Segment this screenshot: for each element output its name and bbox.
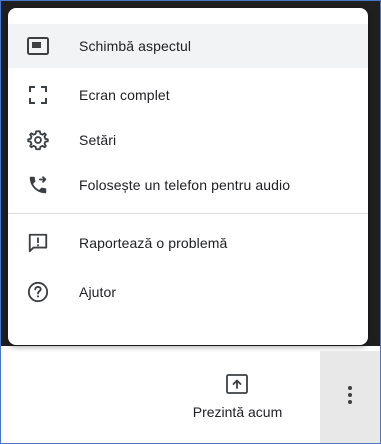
menu-item-report-problem[interactable]: Raportează o problemă <box>8 221 368 265</box>
menu-item-label: Setări <box>79 132 117 148</box>
present-screen-icon <box>225 372 249 396</box>
menu-item-change-layout[interactable]: Schimbă aspectul <box>8 24 368 68</box>
more-vert-icon <box>347 385 353 410</box>
menu-item-phone-audio[interactable]: Folosește un telefon pentru audio <box>8 163 368 207</box>
fullscreen-icon <box>26 83 50 107</box>
menu-item-settings[interactable]: Setări <box>8 118 368 162</box>
settings-gear-icon <box>26 128 50 152</box>
menu-divider <box>8 213 368 214</box>
more-options-button[interactable] <box>320 351 380 443</box>
menu-item-help[interactable]: Ajutor <box>8 270 368 314</box>
present-now-label: Prezintă acum <box>192 404 283 420</box>
menu-item-label: Raportează o problemă <box>79 235 228 251</box>
change-layout-icon <box>26 34 50 58</box>
options-menu: Schimbă aspectul Ecran complet Setări Fo… <box>8 8 368 345</box>
menu-item-label: Ecran complet <box>79 87 170 103</box>
phone-forward-icon <box>26 173 50 197</box>
help-icon <box>26 280 50 304</box>
menu-item-fullscreen[interactable]: Ecran complet <box>8 73 368 117</box>
present-now-button[interactable]: Prezintă acum <box>180 372 300 422</box>
menu-item-label: Schimbă aspectul <box>79 38 192 54</box>
report-problem-icon <box>26 231 50 255</box>
menu-item-label: Folosește un telefon pentru audio <box>79 177 291 193</box>
menu-item-label: Ajutor <box>79 284 117 300</box>
